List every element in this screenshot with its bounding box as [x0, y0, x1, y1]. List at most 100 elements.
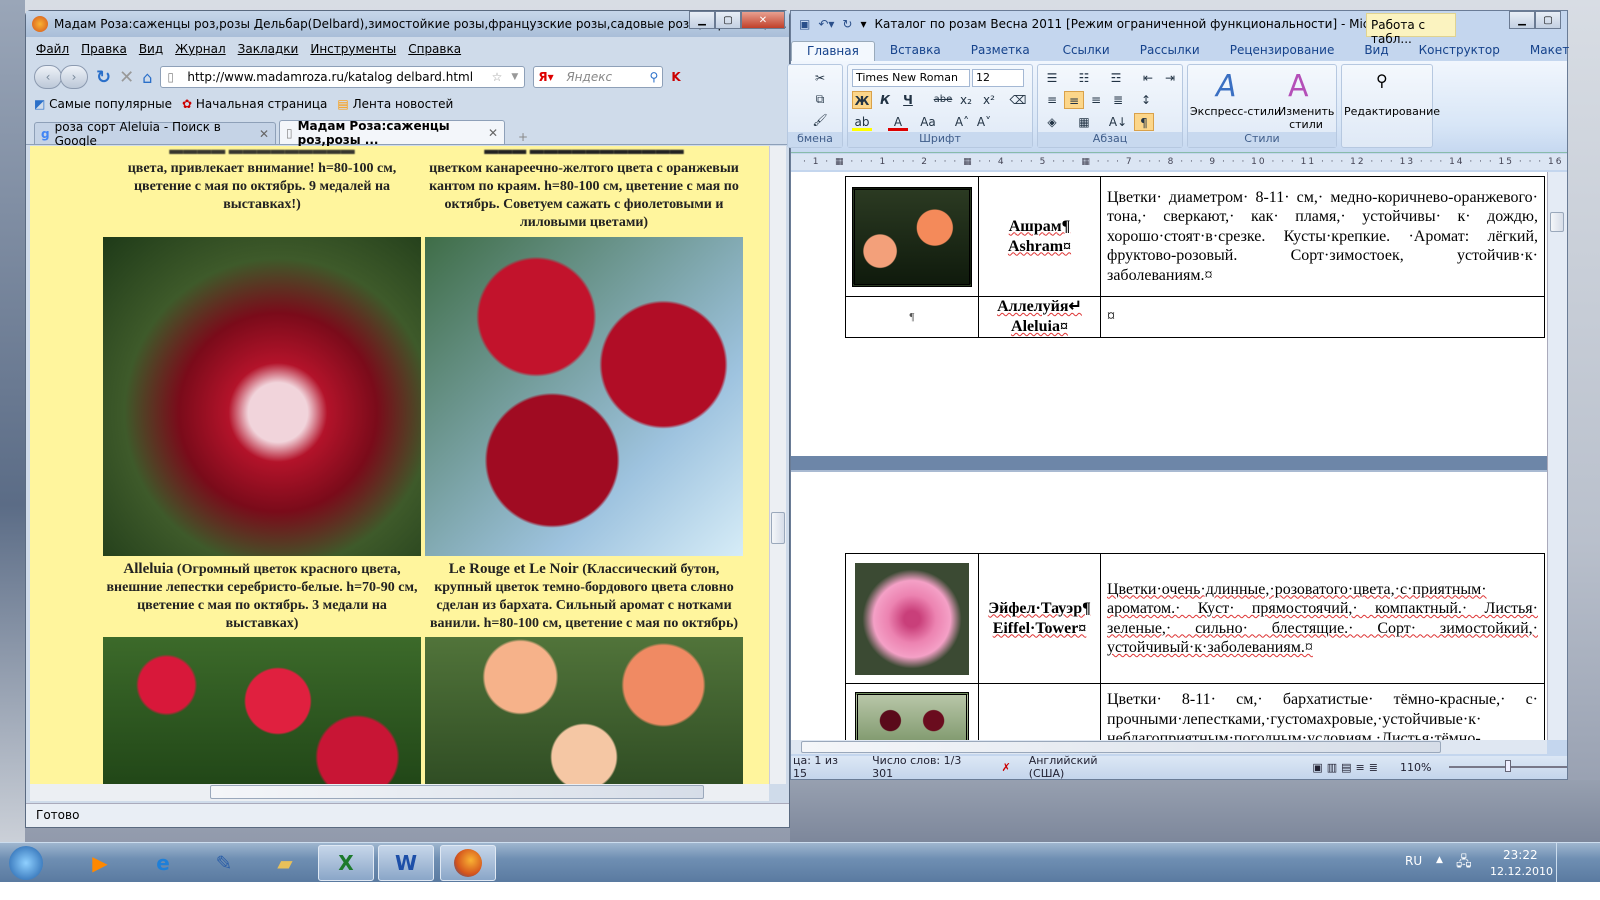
cut-icon[interactable]: ✂	[810, 69, 830, 87]
tab-mailings[interactable]: Рассылки	[1125, 41, 1215, 61]
quick-styles-button[interactable]: Экспресс-стили	[1190, 105, 1281, 118]
back-button[interactable]: ‹	[34, 65, 62, 89]
firefox-taskbar-button[interactable]	[440, 845, 496, 881]
sort-icon[interactable]: A↓	[1108, 113, 1128, 131]
rose-image-red-bush[interactable]	[103, 637, 421, 784]
multilevel-list-icon[interactable]: ☲	[1106, 69, 1126, 87]
scrollbar-thumb[interactable]	[210, 785, 704, 799]
zoom-slider[interactable]	[1449, 760, 1567, 772]
editing-button[interactable]: Редактирование	[1344, 105, 1440, 118]
tab-references[interactable]: Ссылки	[1048, 41, 1125, 61]
show-desktop-button[interactable]	[1556, 843, 1568, 883]
app-icon[interactable]: ✎	[196, 845, 252, 881]
highlight-icon[interactable]: ab	[852, 113, 872, 131]
menu-tools[interactable]: Инструменты	[310, 42, 396, 56]
increase-indent-icon[interactable]: ⇥	[1160, 69, 1180, 87]
search-icon[interactable]: ⚲	[650, 70, 659, 84]
new-tab-button[interactable]: +	[508, 130, 538, 144]
undo-icon[interactable]: ↶▾	[818, 17, 834, 31]
page-count[interactable]: ца: 1 из 15	[793, 754, 854, 780]
horizontal-scrollbar[interactable]	[791, 740, 1547, 754]
scrollbar-thumb[interactable]	[771, 512, 785, 544]
scrollbar-thumb[interactable]	[1550, 212, 1564, 232]
menu-bookmarks[interactable]: Закладки	[238, 42, 299, 56]
format-painter-icon[interactable]: 🖌	[810, 111, 830, 129]
tab-google-search[interactable]: g роза сорт Aleluia - Поиск в Google ✕	[34, 120, 276, 148]
horizontal-scrollbar[interactable]	[30, 784, 769, 801]
rose-image-le-rouge-et-le-noir[interactable]	[425, 237, 743, 556]
rose-photo-ashram[interactable]	[852, 186, 972, 287]
borders-icon[interactable]: ▦	[1074, 113, 1094, 131]
scrollbar-thumb[interactable]	[801, 741, 1441, 753]
clear-format-icon[interactable]: ⌫	[1008, 91, 1028, 109]
copy-icon[interactable]: ⧉	[810, 90, 830, 108]
rose-photo-eiffel-tower[interactable]	[855, 562, 969, 675]
network-icon[interactable]: 🖧	[1456, 851, 1472, 875]
rose-image-striped[interactable]	[425, 637, 743, 784]
start-button[interactable]	[0, 845, 52, 881]
url-input[interactable]: ▯ http://www.madamroza.ru/katalog delbar…	[160, 66, 526, 88]
language-indicator[interactable]: RU	[1405, 854, 1422, 868]
minimize-button[interactable]: ▁	[1509, 11, 1535, 29]
vertical-scrollbar[interactable]	[769, 146, 786, 784]
reload-icon[interactable]: ↻	[96, 67, 111, 88]
tab-madamroza[interactable]: ▯ Мадам Роза:саженцы роз,розы ... ✕	[279, 119, 505, 147]
dropdown-icon[interactable]: ▼	[511, 72, 518, 82]
horizontal-ruler[interactable]: · 1 · ▦ · · · 1 · · · 2 · · · ▦ · · 4 · …	[791, 154, 1567, 170]
rose-photo-dark-red[interactable]	[855, 692, 969, 740]
redo-icon[interactable]: ↻	[842, 17, 852, 31]
media-player-icon[interactable]: ▶	[72, 845, 128, 881]
bullets-icon[interactable]: ☰	[1042, 69, 1062, 87]
justify-icon[interactable]: ≣	[1108, 91, 1128, 109]
maximize-button[interactable]: ▢	[715, 11, 741, 29]
internet-explorer-icon[interactable]: e	[135, 845, 191, 881]
change-case-icon[interactable]: Aa	[918, 113, 938, 131]
underline-button[interactable]: Ч	[898, 91, 918, 109]
shrink-font-icon[interactable]: A˅	[974, 113, 994, 131]
tab-insert[interactable]: Вставка	[875, 41, 956, 61]
home-icon[interactable]: ⌂	[142, 68, 152, 87]
strikethrough-button[interactable]: abe	[933, 91, 953, 109]
proofing-icon[interactable]: ✗	[1002, 761, 1011, 774]
bold-button[interactable]: Ж	[852, 91, 872, 109]
maximize-button[interactable]: ▢	[1535, 11, 1561, 29]
tab-page-layout[interactable]: Разметка страницы	[956, 41, 1048, 71]
close-tab-icon[interactable]: ✕	[259, 127, 269, 141]
show-formatting-icon[interactable]: ¶	[1134, 113, 1154, 131]
forward-button[interactable]: ›	[60, 65, 88, 89]
zoom-level[interactable]: 110%	[1400, 761, 1431, 774]
search-input[interactable]: Я▾ Яндекс ⚲	[533, 66, 664, 88]
change-styles-button[interactable]: Изменить стили	[1278, 105, 1334, 131]
decrease-indent-icon[interactable]: ⇤	[1138, 69, 1158, 87]
align-center-icon[interactable]: ≡	[1064, 91, 1084, 109]
word-taskbar-button[interactable]: W	[378, 845, 434, 881]
word-count[interactable]: Число слов: 1/3 301	[872, 754, 983, 780]
kaspersky-icon[interactable]: K	[671, 70, 680, 84]
close-button[interactable]: ✕	[741, 11, 785, 29]
clock-date[interactable]: 12.12.2010	[1490, 865, 1553, 878]
menu-edit[interactable]: Правка	[81, 42, 127, 56]
menu-history[interactable]: Журнал	[175, 42, 226, 56]
excel-taskbar-button[interactable]: X	[318, 845, 374, 881]
superscript-button[interactable]: x²	[979, 91, 999, 109]
bookmark-news-feed[interactable]: ▤ Лента новостей	[337, 97, 453, 111]
font-color-icon[interactable]: A	[888, 113, 908, 131]
shading-icon[interactable]: ◈	[1042, 113, 1062, 131]
view-buttons[interactable]: ▣▥▤≡≣	[1312, 761, 1382, 774]
menu-view[interactable]: Вид	[139, 42, 163, 56]
tab-design[interactable]: Конструктор	[1404, 41, 1515, 61]
tab-review[interactable]: Рецензирование	[1215, 41, 1350, 61]
tab-home[interactable]: Главная	[791, 41, 875, 61]
subscript-button[interactable]: x₂	[956, 91, 976, 109]
change-styles-icon[interactable]: A	[1288, 69, 1309, 104]
clock-time[interactable]: 23:22	[1503, 848, 1538, 862]
explorer-icon[interactable]: ▰	[257, 845, 313, 881]
bookmark-most-popular[interactable]: ◩ Самые популярные	[34, 97, 172, 111]
font-size-select[interactable]: 12	[972, 69, 1024, 87]
minimize-button[interactable]: ▁	[689, 11, 715, 29]
menu-file[interactable]: Файл	[36, 42, 69, 56]
tab-layout[interactable]: Макет	[1515, 41, 1584, 61]
align-right-icon[interactable]: ≡	[1086, 91, 1106, 109]
line-spacing-icon[interactable]: ↕	[1136, 91, 1156, 109]
align-left-icon[interactable]: ≡	[1042, 91, 1062, 109]
